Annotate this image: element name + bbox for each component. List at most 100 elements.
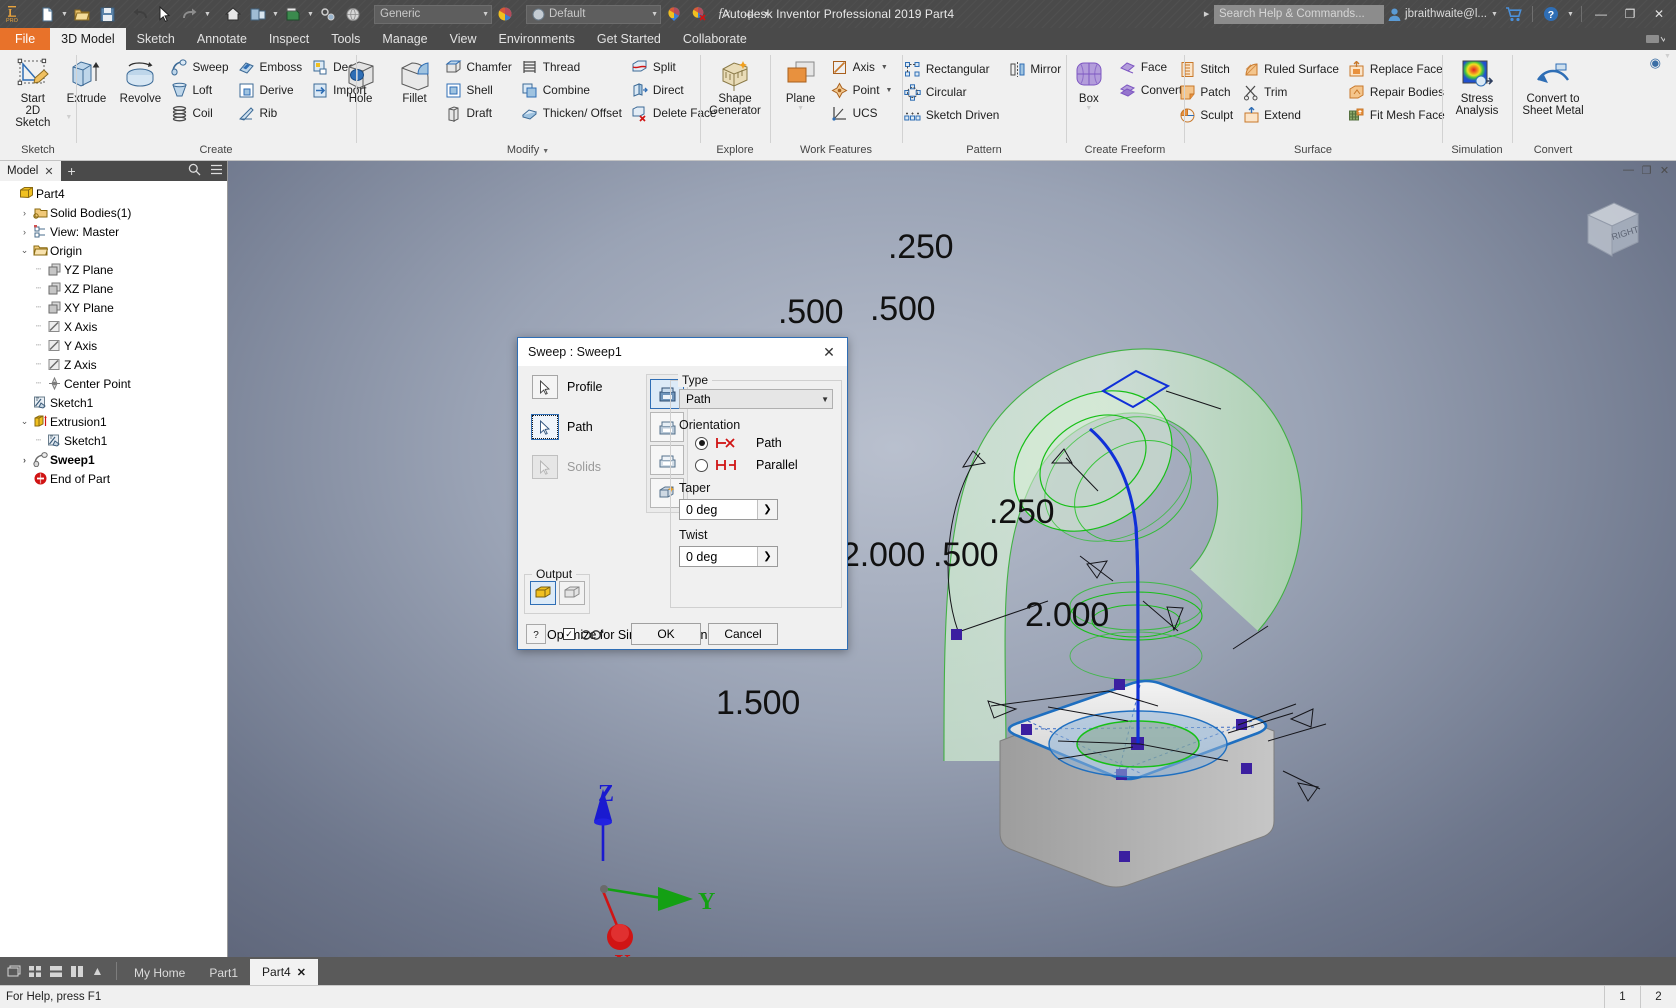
tab-sketch[interactable]: Sketch [126,28,186,50]
tile-windows-icon[interactable] [25,961,44,981]
ribbon-collapse-icon[interactable]: ▼ [1663,53,1672,60]
tab-inspect[interactable]: Inspect [258,28,320,50]
material-icon[interactable] [281,2,305,26]
tree-node-part4[interactable]: Part4 [4,184,227,203]
convert-sheet-metal-button[interactable]: Convert to Sheet Metal [1517,54,1588,117]
orientation-path-radio-row[interactable]: Path [695,432,833,454]
axis-button[interactable]: Axis ▼ [829,56,898,78]
revolve-button[interactable]: Revolve [114,54,166,105]
ruled-surface-button[interactable]: Ruled Surface [1240,58,1344,80]
repair-bodies-button[interactable]: Repair Bodies [1346,81,1450,103]
combine-button[interactable]: Combine [519,79,627,101]
select-icon[interactable] [316,2,340,26]
close-icon[interactable]: ✕ [297,966,306,979]
restore-button[interactable]: ❐ [1617,2,1643,26]
output-solid-icon[interactable] [530,581,556,605]
help-icon[interactable]: ? [1539,2,1563,26]
undo-icon[interactable] [128,2,152,26]
freeform-box-dropdown-icon[interactable]: ▼ [1084,105,1093,112]
vp-minimize-icon[interactable]: — [1620,164,1637,176]
orientation-path-radio[interactable] [695,436,708,450]
chevron-right-icon[interactable]: › [18,455,31,465]
tab-3d-model[interactable]: 3D Model [50,28,126,50]
ribbon-display-options[interactable] [1634,28,1676,50]
extrude-button[interactable]: Extrude [60,54,112,105]
chevron-down-icon[interactable]: ▼ [883,87,892,94]
cancel-button[interactable]: Cancel [708,623,778,645]
draft-button[interactable]: Draft [443,102,517,124]
redo-dropdown-icon[interactable]: ▼ [203,11,212,18]
orientation-parallel-radio-row[interactable]: Parallel [695,454,833,476]
coordinate-axis-triad[interactable]: Z Y X [558,781,748,957]
profile-selector-row[interactable]: Profile [532,374,650,400]
sweep-button[interactable]: Sweep [168,56,233,78]
browser-tab-model[interactable]: Model ✕ [0,161,61,181]
hamburger-menu-icon[interactable] [205,164,227,178]
cart-icon[interactable] [1502,2,1526,26]
path-selector-row[interactable]: Path [531,414,650,440]
solids-select-button[interactable] [532,455,558,479]
vp-close-icon[interactable]: ✕ [1656,164,1673,177]
dialog-close-icon[interactable]: ✕ [815,339,843,365]
glasses-toggle[interactable]: ✓ [563,628,604,640]
chamfer-button[interactable]: Chamfer [443,56,517,78]
tree-node-xy-plane[interactable]: ┄ XY Plane [4,298,227,317]
tree-node-y-axis[interactable]: ┄ Y Axis [4,336,227,355]
tree-node-z-axis[interactable]: ┄ Z Axis [4,355,227,374]
fit-mesh-face-button[interactable]: Fit Mesh Face [1346,104,1450,126]
fillet-button[interactable]: Fillet [389,54,441,105]
rib-button[interactable]: Rib [236,102,308,124]
plane-button[interactable]: Plane ▼ [775,54,827,112]
new-file-icon[interactable] [35,2,59,26]
ribbon-help-icon[interactable]: ◉ [1648,53,1663,73]
plane-dropdown-icon[interactable]: ▼ [796,105,805,112]
profile-select-button[interactable] [532,375,558,399]
search-expand-icon[interactable]: ▶ [1202,10,1211,18]
tab-tools[interactable]: Tools [320,28,371,50]
stress-analysis-button[interactable]: Stress Analysis [1451,54,1504,117]
tree-node-sketch1[interactable]: ┄ Sketch1 [4,431,227,450]
sweep-dialog[interactable]: Sweep : Sweep1 ✕ Profile Path Solids Typ… [517,337,848,650]
browser-add-tab-button[interactable]: + [61,163,83,179]
search-input[interactable] [1214,4,1385,24]
solids-selector-row[interactable]: Solids [532,454,650,480]
tile-horizontal-icon[interactable] [46,961,65,981]
redo-icon[interactable] [178,2,202,26]
tab-environments[interactable]: Environments [487,28,585,50]
rectangular-pattern-button[interactable]: Rectangular [902,58,1004,80]
doc-tab-part4[interactable]: Part4 ✕ [250,959,318,985]
tab-manage[interactable]: Manage [371,28,438,50]
extend-button[interactable]: Extend [1240,104,1344,126]
parameters-fx-icon[interactable]: ƒx [712,2,736,26]
save-icon[interactable] [95,2,119,26]
thicken-offset-button[interactable]: Thicken/ Offset [519,102,627,124]
doc-tab-part1[interactable]: Part1 [197,961,250,985]
appearance-dropdown-icon[interactable]: ▼ [271,11,280,18]
tree-node-xz-plane[interactable]: ┄ XZ Plane [4,279,227,298]
chevron-right-icon[interactable]: › [18,227,31,237]
freeform-box-button[interactable]: Box ▼ [1063,54,1115,112]
stitch-button[interactable]: Stitch [1176,58,1238,80]
home-icon[interactable] [221,2,245,26]
point-button[interactable]: Point ▼ [829,79,898,101]
tree-node-x-axis[interactable]: ┄ X Axis [4,317,227,336]
patch-button[interactable]: Patch [1176,81,1238,103]
tree-node-sketch1[interactable]: Sketch1 [4,393,227,412]
qat-overflow-icon[interactable]: ▼ [762,11,771,18]
ribbon-group-label-modify[interactable]: Modify ▼ [507,143,549,160]
tab-view[interactable]: View [439,28,488,50]
shell-button[interactable]: Shell [443,79,517,101]
doc-tab-my-home[interactable]: My Home [122,961,197,985]
circular-pattern-button[interactable]: Circular [902,81,1004,103]
customize-qat-add-icon[interactable]: ＋ [737,2,761,26]
tree-node-center-point[interactable]: ┄ Center Point [4,374,227,393]
clear-appearance-icon[interactable] [687,2,711,26]
close-button[interactable]: ✕ [1646,2,1672,26]
expand-tabs-icon[interactable]: ▲ [88,961,107,981]
glasses-checkbox[interactable]: ✓ [563,628,575,640]
tree-node-extrusion1[interactable]: ⌄ Extrusion1 [4,412,227,431]
cascade-windows-icon[interactable] [4,961,23,981]
chevron-down-icon[interactable]: ⌄ [18,245,31,256]
new-file-dropdown-icon[interactable]: ▼ [60,11,69,18]
material-dropdown-icon[interactable]: ▼ [306,11,315,18]
